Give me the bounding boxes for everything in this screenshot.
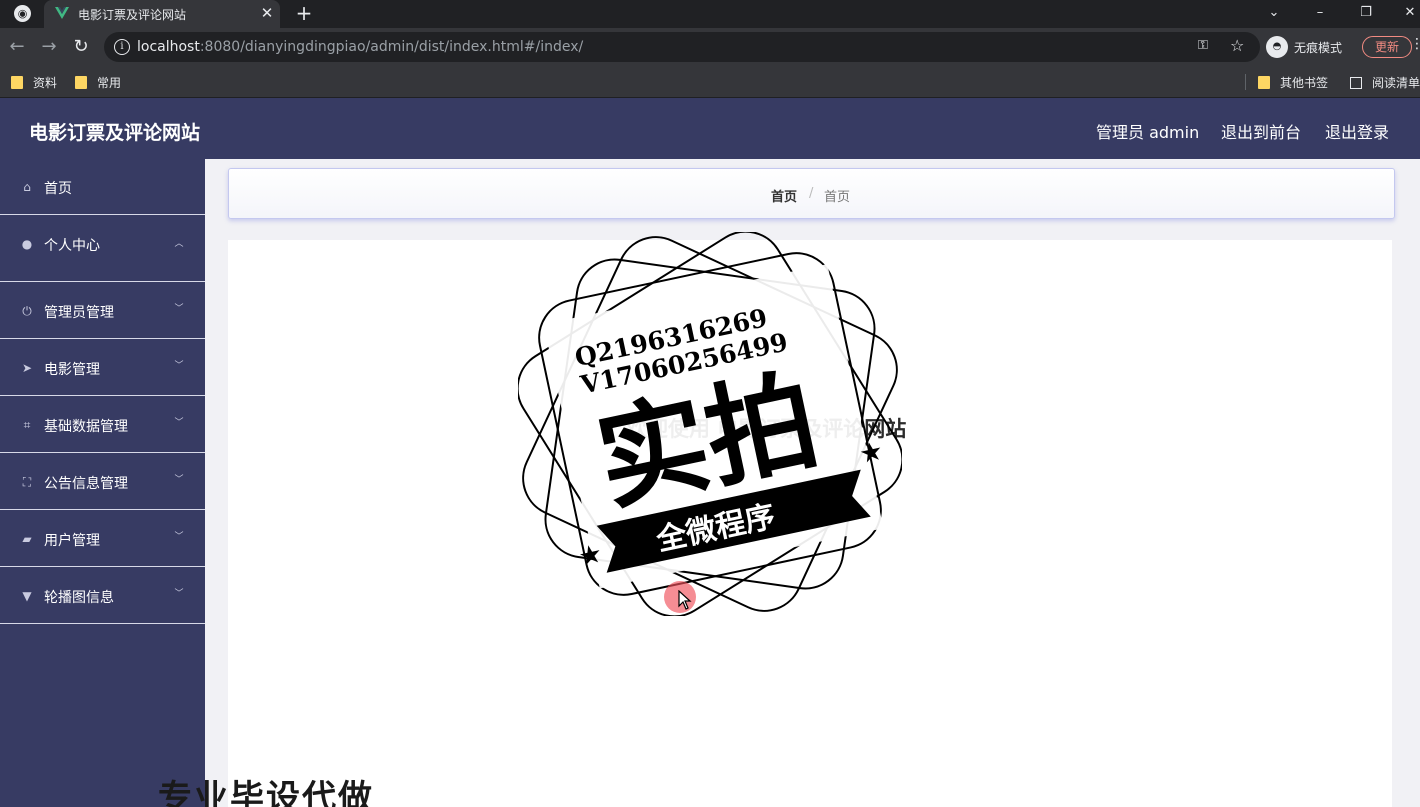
tab-search-icon[interactable]: ⌄ — [1264, 4, 1284, 22]
incognito-icon: ◓ — [1266, 36, 1288, 58]
window-close-icon[interactable]: ✕ — [1400, 4, 1420, 22]
star-icon: ★ — [857, 436, 886, 470]
sidebar-item-personal-center[interactable]: ● 个人中心 ︿ — [0, 216, 205, 282]
sidebar-item-basic-data-management[interactable]: ⌗ 基础数据管理 ﹀ — [0, 397, 205, 453]
site-info-icon[interactable]: i — [114, 39, 130, 55]
sidebar: ⌂ 首页 ● 个人中心 ︿ ⏻ 管理员管理 ﹀ ➤ 电影管理 ﹀ ⌗ 基础数据管… — [0, 159, 205, 807]
wallet-icon: ▰ — [22, 532, 32, 546]
vue-logo-icon — [55, 7, 69, 19]
minimize-icon[interactable]: – — [1310, 4, 1330, 22]
chevron-down-icon: ﹀ — [174, 304, 184, 314]
sidebar-item-home[interactable]: ⌂ 首页 — [0, 159, 205, 215]
breadcrumb-home[interactable]: 首页 — [771, 186, 797, 205]
restore-icon[interactable]: ❐ — [1356, 4, 1376, 22]
folder-icon — [1258, 76, 1270, 89]
reading-list-icon — [1350, 76, 1362, 89]
chevron-down-icon: ﹀ — [174, 475, 184, 485]
tab-title: 电影订票及评论网站 — [78, 8, 187, 22]
crop-icon: ⌗ — [23, 418, 31, 432]
key-icon[interactable]: ⚿ — [1198, 38, 1208, 53]
breadcrumb-separator: / — [809, 186, 814, 201]
fullscreen-icon: ⛶ — [22, 475, 32, 489]
tab-close-icon[interactable]: ✕ — [258, 4, 276, 22]
power-icon: ⏻ — [22, 304, 32, 318]
new-tab-button[interactable]: + — [294, 3, 314, 23]
sidebar-item-user-management[interactable]: ▰ 用户管理 ﹀ — [0, 511, 205, 567]
sidebar-item-admin-management[interactable]: ⏻ 管理员管理 ﹀ — [0, 283, 205, 339]
exit-to-frontend-link[interactable]: 退出到前台 — [1221, 119, 1301, 143]
chevron-down-icon: ﹀ — [174, 532, 184, 542]
app-header: 电影订票及评论网站 管理员 admin 退出到前台 退出登录 — [0, 98, 1420, 159]
bookmarks-divider — [1245, 74, 1246, 90]
bookmark-folder-changyong[interactable]: 常用 — [75, 74, 121, 91]
mouse-cursor-icon — [678, 590, 692, 610]
watermark-stamp: Q2196316269 V17060256499 实拍 全微程序 ★ ★ — [518, 232, 902, 616]
incognito-label: 无痕模式 — [1294, 40, 1343, 55]
breadcrumb: 首页 / 首页 — [228, 168, 1395, 219]
other-bookmarks[interactable]: 其他书签 — [1258, 74, 1328, 91]
chevron-up-icon: ︿ — [174, 239, 184, 249]
admin-user-label: 管理员 admin — [1096, 123, 1200, 142]
user-icon: ● — [21, 237, 33, 251]
browser-toolbar: ← → ↻ i localhost:8080/dianyingdingpiao/… — [0, 28, 1420, 66]
bookmarks-bar: 资料 常用 其他书签 阅读清单 — [0, 66, 1420, 98]
logout-link[interactable]: 退出登录 — [1325, 119, 1389, 143]
address-bar[interactable]: i localhost:8080/dianyingdingpiao/admin/… — [104, 32, 1260, 62]
chevron-down-icon: ﹀ — [174, 589, 184, 599]
watermark-bottom-text: 专业毕设代做 — [158, 778, 374, 807]
folder-icon — [75, 76, 87, 89]
paint-icon: ▼ — [22, 589, 32, 603]
browser-tab-bar: ◉ 电影订票及评论网站 ✕ + ⌄ – ❐ ✕ — [0, 0, 1420, 28]
chevron-down-icon: ﹀ — [174, 418, 184, 428]
bookmark-star-icon[interactable]: ☆ — [1230, 36, 1244, 55]
folder-icon — [11, 76, 23, 89]
breadcrumb-current: 首页 — [824, 190, 851, 205]
browser-tab[interactable]: 电影订票及评论网站 ✕ — [44, 0, 280, 28]
site-title: 电影订票及评论网站 — [29, 122, 201, 144]
sidebar-item-movie-management[interactable]: ➤ 电影管理 ﹀ — [0, 340, 205, 396]
back-icon[interactable]: ← — [6, 36, 28, 58]
url-text: localhost:8080/dianyingdingpiao/admin/di… — [137, 39, 584, 55]
reload-icon[interactable]: ↻ — [70, 36, 92, 58]
bookmark-folder-ziliao[interactable]: 资料 — [11, 74, 57, 91]
browser-menu-icon[interactable]: ⋮ — [1410, 36, 1420, 52]
update-button[interactable]: 更新 — [1362, 36, 1412, 58]
home-icon: ⌂ — [23, 180, 31, 194]
send-icon: ➤ — [21, 361, 33, 375]
incognito-indicator[interactable]: ◓ 无痕模式 — [1266, 36, 1342, 58]
globe-icon[interactable]: ◉ — [14, 5, 31, 22]
reading-list[interactable]: 阅读清单 — [1350, 74, 1420, 91]
forward-icon[interactable]: → — [38, 36, 60, 58]
sidebar-item-carousel-info[interactable]: ▼ 轮播图信息 ﹀ — [0, 568, 205, 624]
chevron-down-icon: ﹀ — [174, 361, 184, 371]
sidebar-item-notice-management[interactable]: ⛶ 公告信息管理 ﹀ — [0, 454, 205, 510]
